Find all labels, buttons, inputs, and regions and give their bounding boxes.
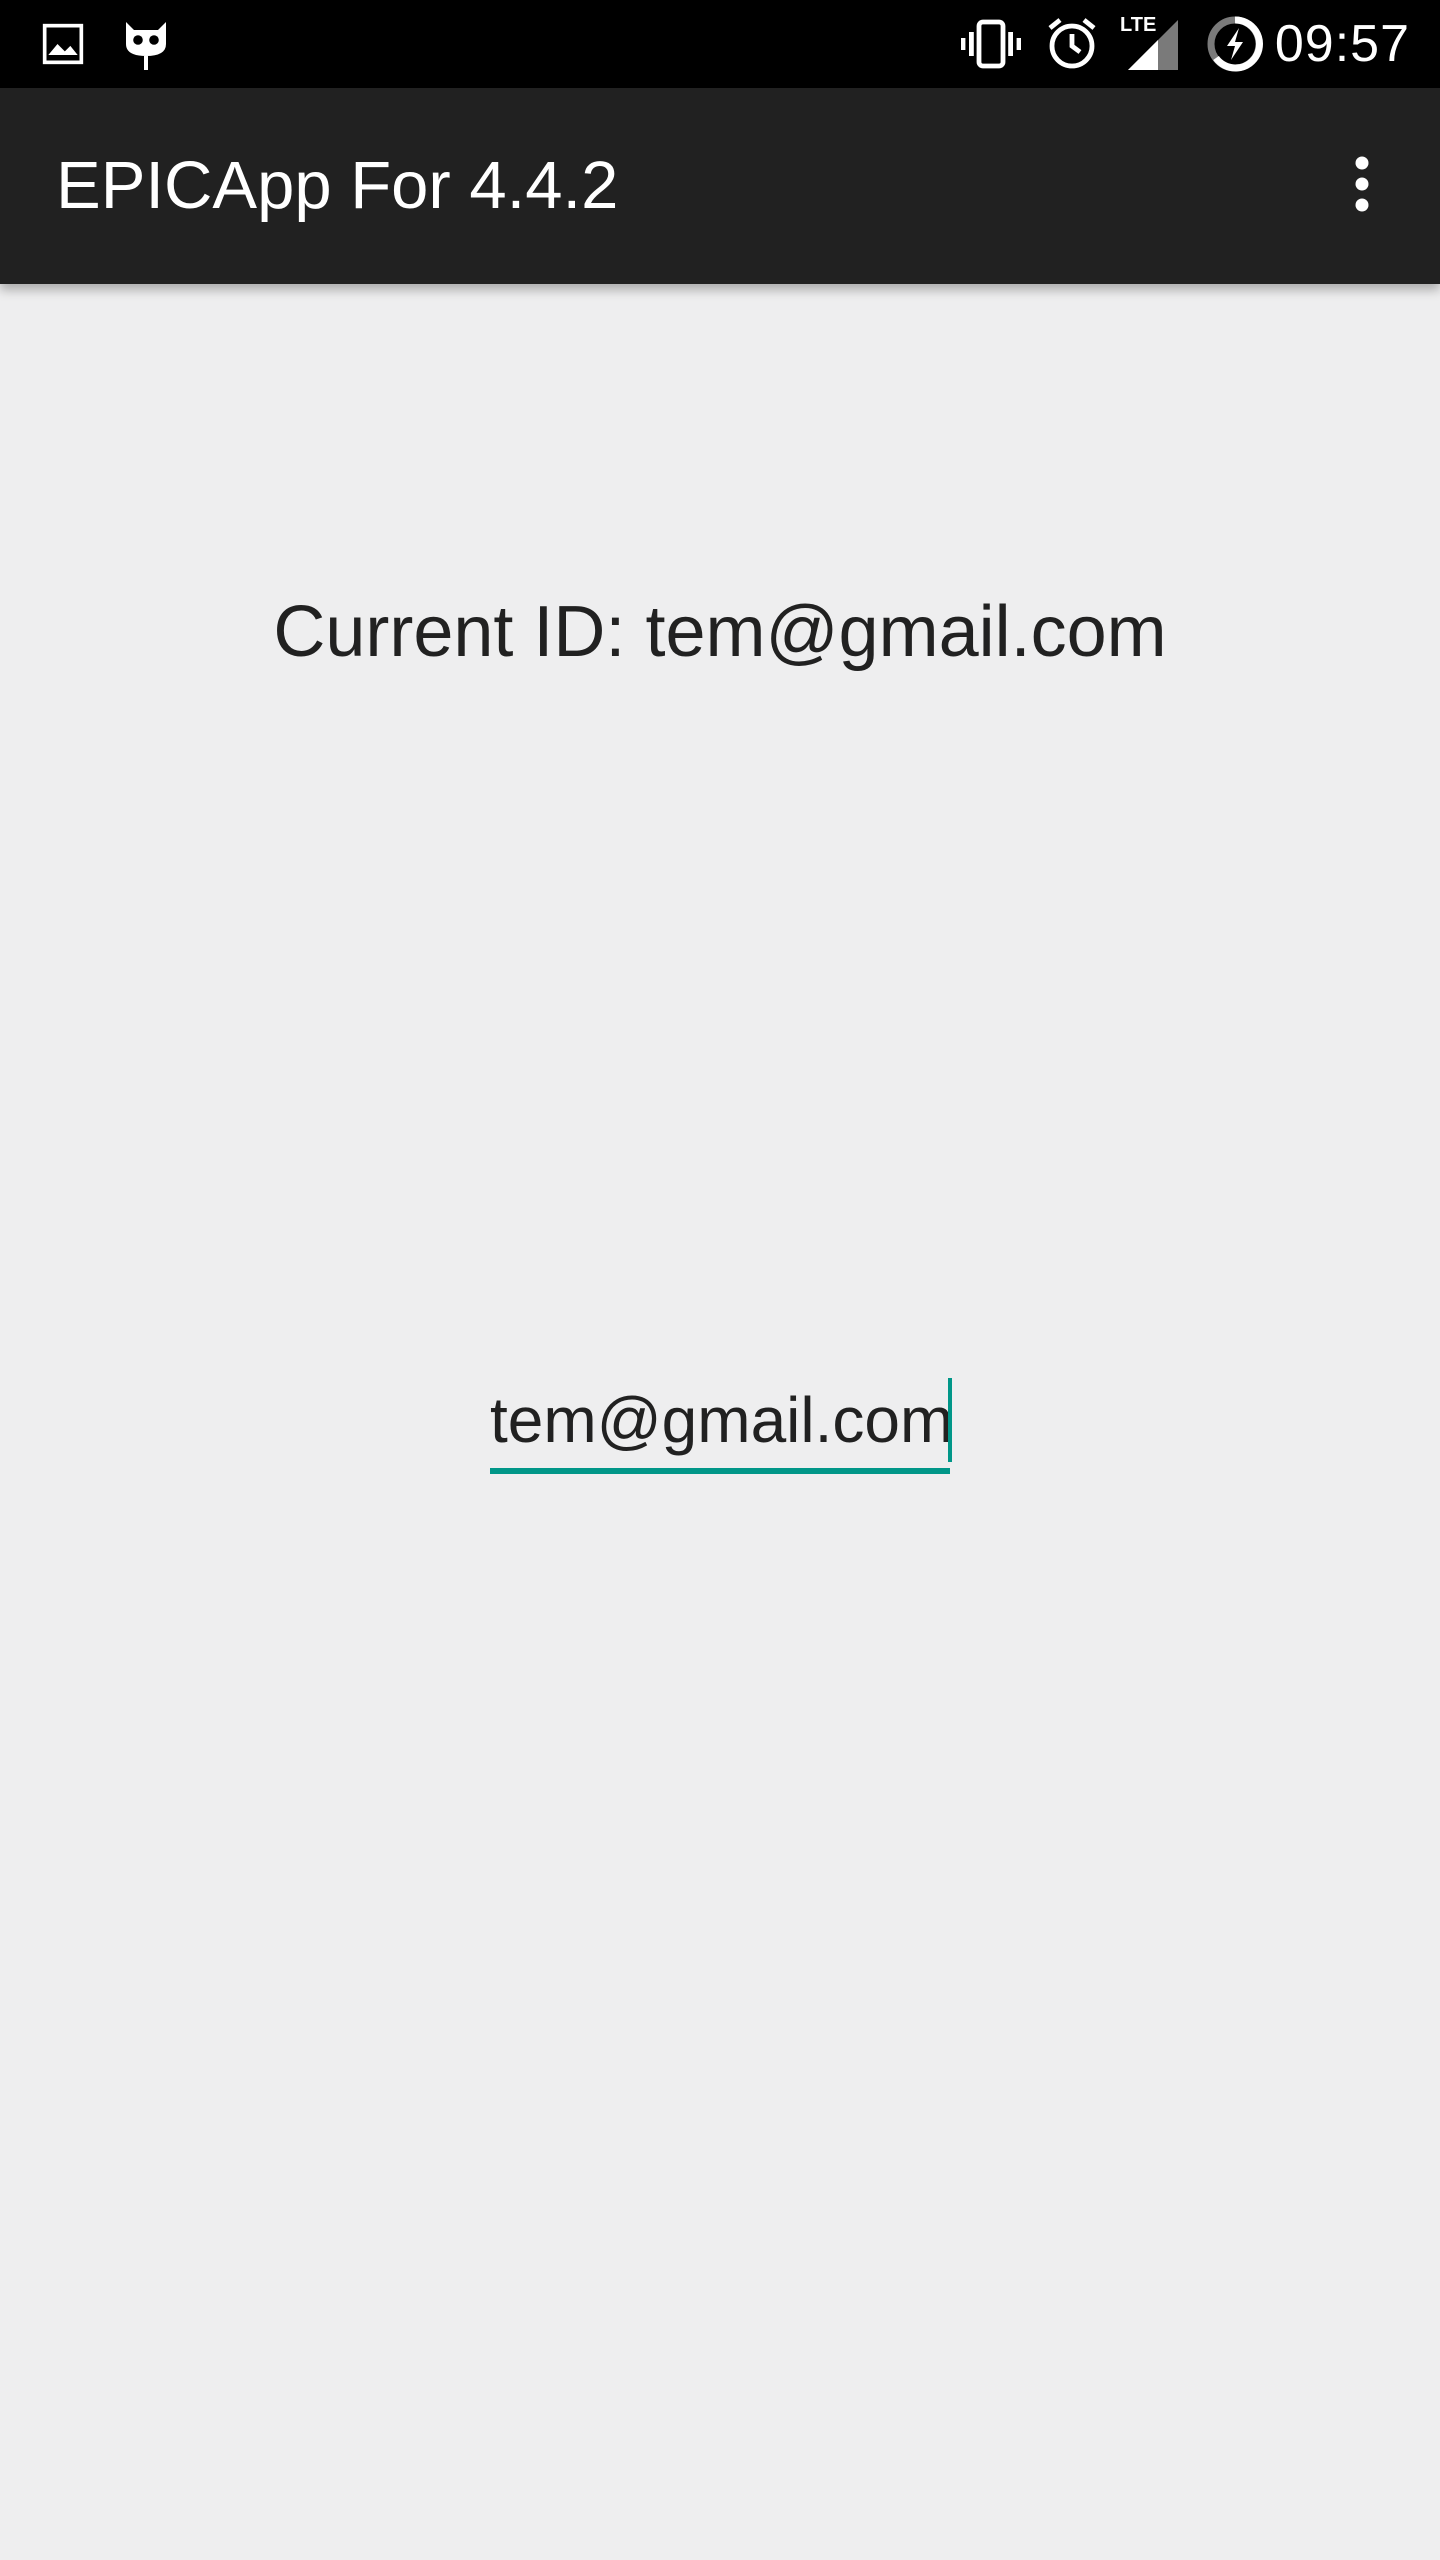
battery-charging-icon bbox=[1206, 16, 1264, 72]
alarm-icon bbox=[1042, 16, 1102, 72]
status-clock: 09:57 bbox=[1274, 15, 1410, 73]
id-field bbox=[490, 1372, 952, 1476]
overflow-menu-button[interactable] bbox=[1314, 138, 1410, 234]
status-bar: LTE 09:57 bbox=[0, 0, 1440, 88]
text-cursor bbox=[948, 1378, 952, 1462]
more-vert-icon bbox=[1352, 154, 1372, 219]
id-input[interactable] bbox=[490, 1372, 950, 1468]
app-bar: EPICApp For 4.4.2 bbox=[0, 88, 1440, 284]
android-cat-icon bbox=[118, 16, 174, 72]
vibrate-icon bbox=[958, 16, 1024, 72]
current-id-label: Current ID: tem@gmail.com bbox=[273, 592, 1167, 672]
image-icon bbox=[38, 16, 88, 72]
network-type-label: LTE bbox=[1120, 14, 1157, 36]
signal-icon: LTE bbox=[1118, 14, 1180, 72]
screen: LTE 09:57 EPICApp For 4.4.2 Current ID: … bbox=[0, 0, 1440, 2560]
app-title: EPICApp For 4.4.2 bbox=[56, 148, 619, 223]
id-input-underline bbox=[490, 1468, 950, 1474]
